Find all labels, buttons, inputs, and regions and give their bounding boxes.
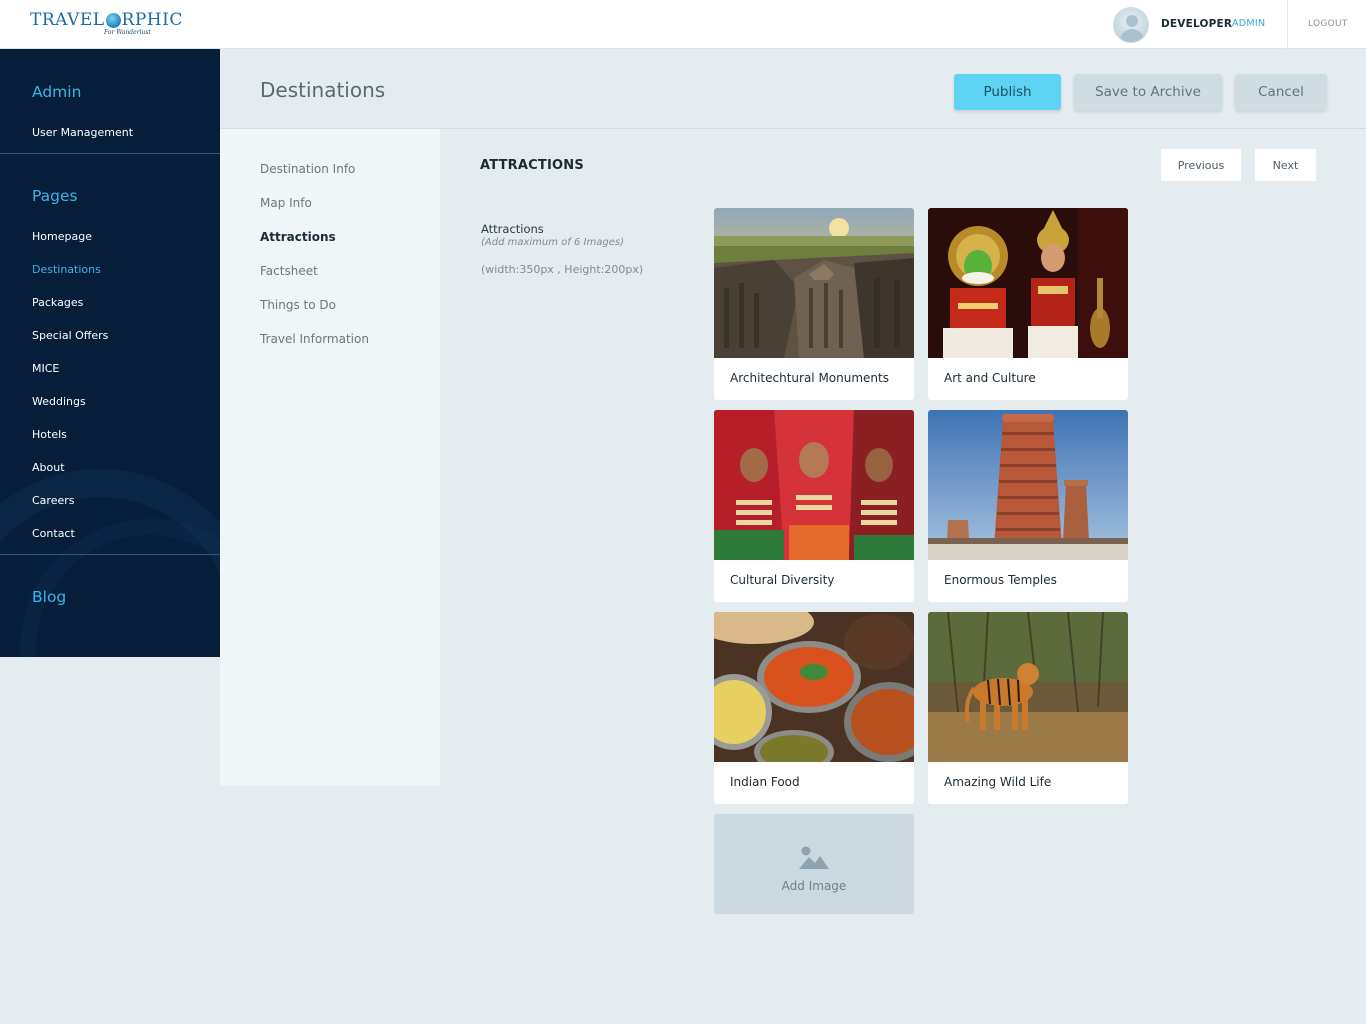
top-bar: TRAVEL RPHIC For Wanderlust DEVELOPER ADM… bbox=[0, 0, 1366, 49]
field-dimensions: (width:350px , Height:200px) bbox=[481, 263, 644, 276]
image-icon bbox=[799, 846, 829, 869]
sidebar-item-homepage[interactable]: Homepage bbox=[32, 230, 92, 243]
tab-attractions[interactable]: Attractions bbox=[260, 230, 336, 244]
divider bbox=[0, 554, 220, 555]
logo-text-right: RPHIC bbox=[121, 10, 183, 30]
avatar-head bbox=[1126, 15, 1138, 27]
sidebar-item-hotels[interactable]: Hotels bbox=[32, 428, 67, 441]
sidebar-heading-blog[interactable]: Blog bbox=[32, 588, 66, 606]
add-image-label: Add Image bbox=[781, 879, 847, 893]
rajasthani-women-photo bbox=[714, 410, 914, 560]
next-button[interactable]: Next bbox=[1255, 149, 1316, 181]
logo-tagline: For Wanderlust bbox=[104, 29, 151, 36]
tiger-forest-photo bbox=[928, 612, 1128, 762]
sidebar: Admin User Management Pages Homepage Des… bbox=[0, 49, 220, 657]
user-role: ADMIN bbox=[1232, 18, 1266, 29]
sidebar-item-packages[interactable]: Packages bbox=[32, 296, 83, 309]
brand-logo[interactable]: TRAVEL RPHIC For Wanderlust bbox=[30, 10, 183, 40]
tab-factsheet[interactable]: Factsheet bbox=[260, 264, 318, 278]
page-title: Destinations bbox=[260, 78, 386, 102]
cancel-button[interactable]: Cancel bbox=[1235, 74, 1327, 110]
divider bbox=[1287, 0, 1288, 49]
section-nav: Destination Info Map Info Attractions Fa… bbox=[220, 129, 440, 786]
attraction-card[interactable]: Cultural Diversity bbox=[714, 410, 914, 602]
user-name: DEVELOPER bbox=[1161, 18, 1233, 30]
rock-monument-photo bbox=[714, 208, 914, 358]
attraction-card[interactable]: Indian Food bbox=[714, 612, 914, 804]
attraction-card[interactable]: Architechtural Monuments bbox=[714, 208, 914, 400]
sidebar-item-about[interactable]: About bbox=[32, 461, 65, 474]
sidebar-heading-admin[interactable]: Admin bbox=[32, 83, 81, 101]
avatar-body bbox=[1120, 29, 1144, 42]
page-header: Destinations Publish Save to Archive Can… bbox=[220, 49, 1366, 129]
sidebar-item-special-offers[interactable]: Special Offers bbox=[32, 329, 108, 342]
sidebar-heading-pages[interactable]: Pages bbox=[32, 187, 78, 205]
card-label: Cultural Diversity bbox=[730, 573, 835, 587]
sidebar-item-destinations[interactable]: Destinations bbox=[32, 263, 101, 276]
sidebar-item-contact[interactable]: Contact bbox=[32, 527, 75, 540]
attraction-card[interactable]: Art and Culture bbox=[928, 208, 1128, 400]
sidebar-item-weddings[interactable]: Weddings bbox=[32, 395, 86, 408]
logo-wordmark: TRAVEL RPHIC bbox=[30, 10, 183, 30]
avatar[interactable] bbox=[1113, 7, 1149, 43]
sidebar-item-user-management[interactable]: User Management bbox=[32, 126, 133, 139]
card-label: Indian Food bbox=[730, 775, 800, 789]
kathakali-dancers-photo bbox=[928, 208, 1128, 358]
tab-things-to-do[interactable]: Things to Do bbox=[260, 298, 336, 312]
globe-icon bbox=[105, 12, 121, 28]
tab-map-info[interactable]: Map Info bbox=[260, 196, 312, 210]
logout-link[interactable]: LOGOUT bbox=[1308, 19, 1348, 29]
attraction-card[interactable]: Amazing Wild Life bbox=[928, 612, 1128, 804]
field-hint: (Add maximum of 6 Images) bbox=[481, 237, 624, 248]
curry-dishes-photo bbox=[714, 612, 914, 762]
card-label: Enormous Temples bbox=[944, 573, 1057, 587]
previous-button[interactable]: Previous bbox=[1161, 149, 1241, 181]
publish-button[interactable]: Publish bbox=[954, 74, 1061, 110]
sidebar-item-careers[interactable]: Careers bbox=[32, 494, 75, 507]
field-label: Attractions bbox=[481, 222, 544, 236]
tab-travel-information[interactable]: Travel Information bbox=[260, 332, 369, 346]
card-label: Amazing Wild Life bbox=[944, 775, 1052, 789]
card-label: Art and Culture bbox=[944, 371, 1036, 385]
divider bbox=[0, 153, 220, 154]
gopuram-temple-photo bbox=[928, 410, 1128, 560]
sidebar-item-mice[interactable]: MICE bbox=[32, 362, 59, 375]
attraction-card[interactable]: Enormous Temples bbox=[928, 410, 1128, 602]
add-image-button[interactable]: Add Image bbox=[714, 814, 914, 914]
logo-text-left: TRAVEL bbox=[30, 10, 105, 30]
save-to-archive-button[interactable]: Save to Archive bbox=[1074, 74, 1222, 110]
section-title: ATTRACTIONS bbox=[480, 158, 584, 173]
card-label: Architechtural Monuments bbox=[730, 371, 889, 385]
tab-destination-info[interactable]: Destination Info bbox=[260, 162, 355, 176]
